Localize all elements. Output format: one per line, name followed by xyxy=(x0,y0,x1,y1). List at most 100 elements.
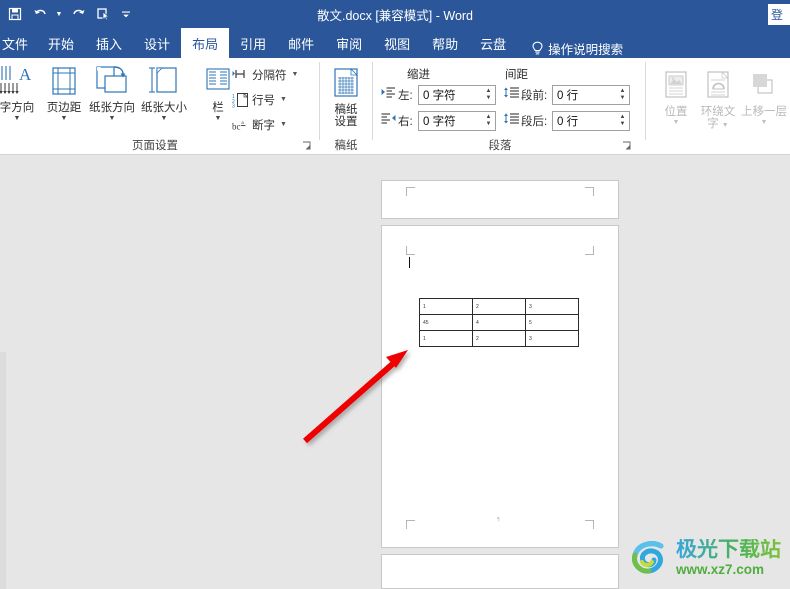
paragraph-mark: ¶ xyxy=(497,517,500,523)
spacing-after-input[interactable]: 0 行 ▲ ▼ xyxy=(552,111,630,131)
group-divider xyxy=(645,62,646,140)
margins-button[interactable]: 页边距 ▼ xyxy=(38,60,90,123)
bring-forward-icon xyxy=(749,64,779,106)
spacing-before-input[interactable]: 0 行 ▲ ▼ xyxy=(552,85,630,105)
undo-icon[interactable] xyxy=(28,3,52,25)
table-row[interactable]: 45 4 5 xyxy=(419,314,579,331)
table-cell[interactable]: 2 xyxy=(472,330,526,347)
document-page-current[interactable]: ¶ xyxy=(381,225,619,548)
bring-forward-button[interactable]: 上移一层 ▼ xyxy=(738,64,790,127)
tab-view[interactable]: 视图 xyxy=(373,28,421,58)
paper-size-button[interactable]: 纸张大小 ▼ xyxy=(138,60,190,123)
manuscript-settings-button[interactable]: 稿纸 设置 xyxy=(320,62,372,128)
touch-mouse-mode-icon[interactable] xyxy=(91,3,115,25)
table-cell[interactable]: 5 xyxy=(525,314,579,331)
tab-references[interactable]: 引用 xyxy=(229,28,277,58)
table-cell[interactable]: 2 xyxy=(472,298,526,315)
text-direction-label: 字方向 xyxy=(0,102,35,114)
tab-cloud-disk[interactable]: 云盘 xyxy=(469,28,517,58)
chevron-down-icon[interactable]: ▼ xyxy=(292,71,299,78)
text-direction-icon: A xyxy=(0,60,35,102)
orientation-button[interactable]: 纸张方向 ▼ xyxy=(86,60,138,123)
indent-left-value: 0 字符 xyxy=(423,90,456,102)
columns-label: 栏 xyxy=(212,102,224,114)
chevron-down-icon[interactable]: ▼ xyxy=(761,119,768,127)
indent-right-icon xyxy=(381,112,396,130)
tab-mailings[interactable]: 邮件 xyxy=(277,28,325,58)
wrap-text-icon xyxy=(704,64,732,106)
manuscript-settings-label-line1: 稿纸 xyxy=(334,104,358,116)
sign-in-button[interactable]: 登 xyxy=(768,4,790,25)
chevron-down-icon[interactable]: ▼ xyxy=(280,96,287,103)
tab-file[interactable]: 文件 xyxy=(0,28,37,58)
chevron-down-icon[interactable]: ▼ xyxy=(280,121,287,128)
undo-dropdown-icon[interactable]: ▼ xyxy=(53,3,65,25)
columns-icon xyxy=(203,60,233,102)
margin-marker-bottom-left xyxy=(406,520,415,529)
wrap-text-label-line2: 字 ▼ xyxy=(707,118,729,130)
tab-home[interactable]: 开始 xyxy=(37,28,85,58)
table-cell[interactable]: 1 xyxy=(419,298,473,315)
watermark-title: 极光下载站 xyxy=(676,538,781,562)
tab-review[interactable]: 审阅 xyxy=(325,28,373,58)
indent-right-input[interactable]: 0 字符 ▲ ▼ xyxy=(418,111,496,131)
chevron-down-icon[interactable]: ▼ xyxy=(61,115,68,123)
save-icon[interactable] xyxy=(3,3,27,25)
table-row[interactable]: 1 2 3 xyxy=(419,330,579,347)
document-canvas[interactable]: ¶ 1 2 3 45 4 5 1 2 3 xyxy=(0,176,790,589)
breaks-button[interactable]: 分隔符 ▼ xyxy=(232,64,298,85)
indent-left-stepper[interactable]: ▲ ▼ xyxy=(482,86,495,104)
margin-marker-top-left xyxy=(406,246,415,255)
ribbon-tab-bar: 文件 开始 插入 设计 布局 引用 邮件 审阅 视图 帮助 云盘 操作说明搜索 xyxy=(0,28,790,58)
document-page-next[interactable] xyxy=(381,554,619,589)
chevron-down-icon[interactable]: ▼ xyxy=(109,115,116,123)
tell-me-search[interactable]: 操作说明搜索 xyxy=(531,39,623,58)
tab-insert[interactable]: 插入 xyxy=(85,28,133,58)
word-application-window: ▼ 散文.docx [兼容模式] - Word 登 文件 开始 插入 设计 布局… xyxy=(0,0,790,589)
table-cell[interactable]: 3 xyxy=(525,330,579,347)
spacing-after-stepper[interactable]: ▲ ▼ xyxy=(616,112,629,130)
indent-right-stepper[interactable]: ▲ ▼ xyxy=(482,112,495,130)
table-cell[interactable]: 4 xyxy=(472,314,526,331)
table-cell[interactable]: 3 xyxy=(525,298,579,315)
indent-left-icon xyxy=(381,86,396,104)
text-cursor xyxy=(409,257,410,268)
table-cell[interactable]: 1 xyxy=(419,330,473,347)
site-watermark: 极光下载站 www.xz7.com xyxy=(628,533,786,583)
position-label: 位置 xyxy=(664,106,688,118)
chevron-down-icon[interactable]: ▼ xyxy=(215,115,222,123)
tab-help[interactable]: 帮助 xyxy=(421,28,469,58)
manuscript-settings-icon xyxy=(331,62,361,104)
indent-right-value: 0 字符 xyxy=(423,116,456,128)
line-numbers-button[interactable]: 1 2 3 行号 ▼ xyxy=(232,89,287,110)
table-cell[interactable]: 45 xyxy=(419,314,473,331)
indent-left-label: 左: xyxy=(398,90,413,102)
hyphenation-label: 断字 xyxy=(252,119,275,132)
customize-qat-icon[interactable] xyxy=(120,3,132,25)
ribbon-group-page-setup: A 字方向 ▼ 页边距 ▼ 纸张方向 ▼ 纸张大小 ▼ 栏 ▼ 分隔符 ▼ 1 … xyxy=(0,58,320,155)
paper-size-label: 纸张大小 xyxy=(141,102,187,114)
table-row[interactable]: 1 2 3 xyxy=(419,298,579,315)
indent-left-input[interactable]: 0 字符 ▲ ▼ xyxy=(418,85,496,105)
tab-layout[interactable]: 布局 xyxy=(181,28,230,58)
document-table[interactable]: 1 2 3 45 4 5 1 2 3 xyxy=(419,298,579,347)
ruler-zone: 10 6 2 2 6 10 14 18 22 26 30 34 40 44 xyxy=(0,155,790,341)
document-page-previous[interactable] xyxy=(381,180,619,219)
tab-design[interactable]: 设计 xyxy=(133,28,181,58)
wrap-text-button[interactable]: 环绕文 字 ▼ xyxy=(692,64,744,130)
watermark-text: 极光下载站 www.xz7.com xyxy=(676,539,781,577)
spacing-before-stepper[interactable]: ▲ ▼ xyxy=(616,86,629,104)
hyphenation-button[interactable]: bc a 断字 ▼ xyxy=(232,114,287,135)
chevron-down-icon[interactable]: ▼ xyxy=(161,115,168,123)
redo-icon[interactable] xyxy=(66,3,90,25)
chevron-down-icon[interactable]: ▼ xyxy=(722,122,729,129)
position-icon xyxy=(662,64,690,106)
text-direction-button[interactable]: A 字方向 ▼ xyxy=(0,60,43,123)
chevron-down-icon[interactable]: ▼ xyxy=(14,115,21,123)
paper-size-icon xyxy=(148,60,180,102)
chevron-down-icon[interactable]: ▼ xyxy=(673,119,680,127)
indent-right-label: 右: xyxy=(398,116,413,128)
margin-marker-bottom-right xyxy=(585,520,594,529)
watermark-url: www.xz7.com xyxy=(676,562,765,578)
hyphenation-icon: bc a xyxy=(232,116,249,133)
